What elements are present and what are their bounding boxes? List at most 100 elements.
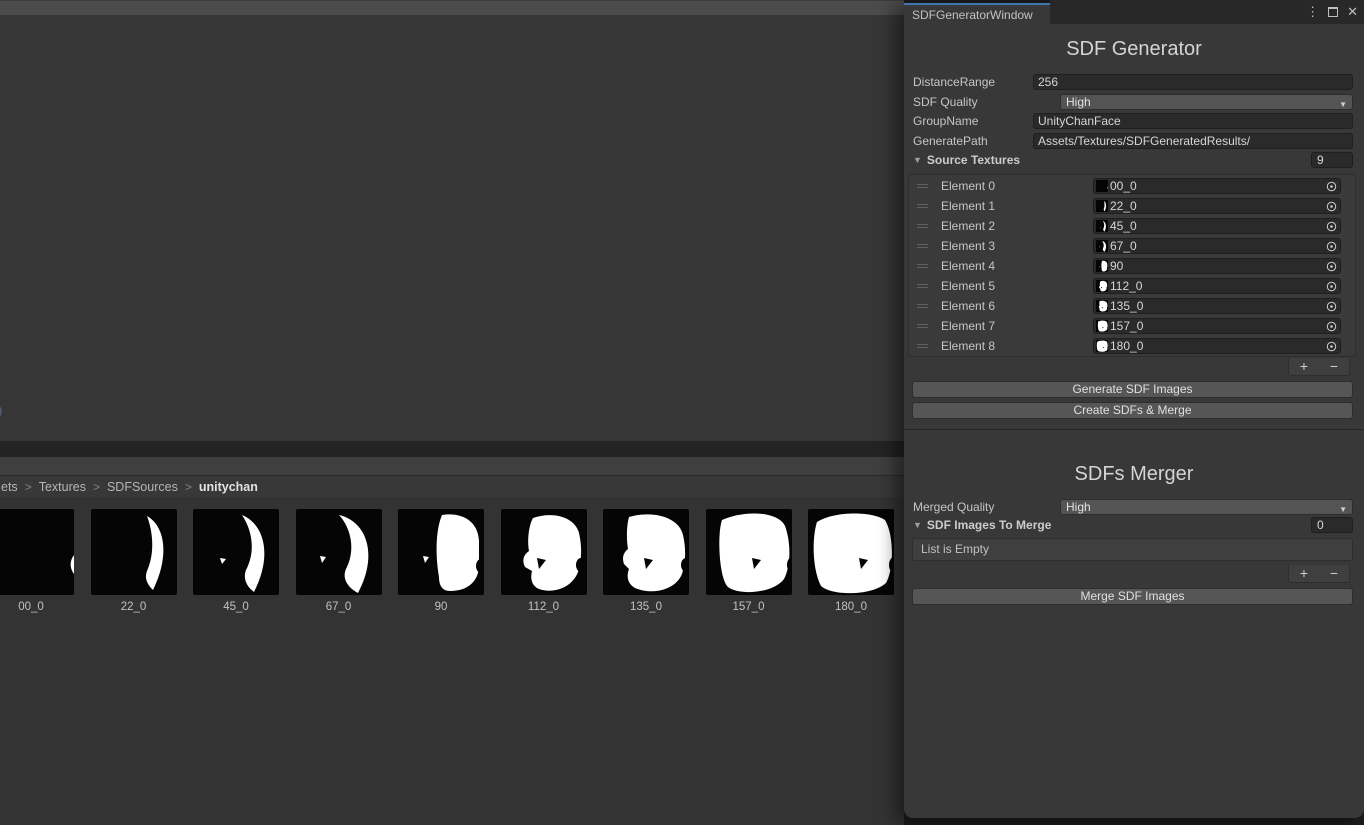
- create-sdfs-merge-button[interactable]: Create SDFs & Merge: [912, 402, 1353, 419]
- merged-quality-label: Merged Quality: [913, 499, 994, 515]
- asset-label: 157_0: [706, 601, 792, 613]
- texture-name: 135_0: [1110, 299, 1143, 313]
- object-picker-icon[interactable]: [1326, 341, 1337, 352]
- unity-editor: ) ets>Textures>SDFSources>unitychan 00_0…: [0, 0, 1364, 825]
- texture-object-field[interactable]: 112_0: [1093, 278, 1341, 294]
- generate-path-field[interactable]: Assets/Textures/SDFGeneratedResults/: [1033, 133, 1353, 149]
- asset-label: 112_0: [501, 601, 587, 613]
- drag-handle-icon[interactable]: [917, 184, 928, 188]
- element-label: Element 5: [941, 278, 995, 294]
- breadcrumb-item-ets[interactable]: ets: [1, 480, 18, 494]
- source-texture-row-4: Element 490: [908, 256, 1356, 276]
- source-texture-row-7: Element 7 157_0: [908, 316, 1356, 336]
- foldout-triangle-icon: ▼: [913, 152, 922, 168]
- texture-object-field[interactable]: 45_0: [1093, 218, 1341, 234]
- remove-merge-element-button[interactable]: −: [1319, 565, 1349, 582]
- drag-handle-icon[interactable]: [917, 244, 928, 248]
- asset-thumbnail-45_0[interactable]: 45_0: [193, 509, 279, 613]
- asset-label: 67_0: [296, 601, 382, 613]
- breadcrumb-item-SDFSources[interactable]: SDFSources: [107, 480, 178, 494]
- texture-object-field[interactable]: 22_0: [1093, 198, 1341, 214]
- drag-handle-icon[interactable]: [917, 304, 928, 308]
- object-picker-icon[interactable]: [1326, 241, 1337, 252]
- asset-thumbnail-135_0[interactable]: 135_0: [603, 509, 689, 613]
- source-texture-row-3: Element 367_0: [908, 236, 1356, 256]
- asset-thumbnail-22_0[interactable]: 22_0: [91, 509, 177, 613]
- source-texture-row-0: Element 0 00_0: [908, 176, 1356, 196]
- generate-path-label: GeneratePath: [913, 133, 988, 149]
- remove-element-button[interactable]: −: [1319, 358, 1349, 375]
- source-texture-row-6: Element 6135_0: [908, 296, 1356, 316]
- section-separator: [904, 429, 1364, 430]
- texture-object-field[interactable]: 180_0: [1093, 338, 1341, 354]
- object-picker-icon[interactable]: [1326, 261, 1337, 272]
- texture-object-field[interactable]: 157_0: [1093, 318, 1341, 334]
- maximize-icon[interactable]: [1328, 7, 1338, 17]
- texture-name: 90: [1110, 259, 1123, 273]
- object-picker-icon[interactable]: [1326, 201, 1337, 212]
- asset-label: 135_0: [603, 601, 689, 613]
- add-element-button[interactable]: +: [1289, 358, 1319, 375]
- group-name-label: GroupName: [913, 113, 978, 129]
- list-footer: + −: [1288, 358, 1350, 376]
- add-merge-element-button[interactable]: +: [1289, 565, 1319, 582]
- object-picker-icon[interactable]: [1326, 321, 1337, 332]
- asset-thumbnail-180_0[interactable]: 180_0: [808, 509, 894, 613]
- asset-thumbnail-90[interactable]: 90: [398, 509, 484, 613]
- merge-list-empty: List is Empty: [912, 538, 1353, 561]
- texture-object-field[interactable]: 00_0: [1093, 178, 1341, 194]
- texture-object-field[interactable]: 67_0: [1093, 238, 1341, 254]
- texture-name: 45_0: [1110, 219, 1137, 233]
- asset-thumbnail-157_0[interactable]: 157_0: [706, 509, 792, 613]
- source-texture-row-8: Element 8180_0: [908, 336, 1356, 356]
- generate-sdf-images-button[interactable]: Generate SDF Images: [912, 381, 1353, 398]
- breadcrumb-separator: >: [185, 480, 192, 494]
- merged-quality-dropdown[interactable]: High ▼: [1060, 499, 1353, 515]
- object-picker-icon[interactable]: [1326, 181, 1337, 192]
- asset-thumbnail-67_0[interactable]: 67_0: [296, 509, 382, 613]
- object-picker-icon[interactable]: [1326, 301, 1337, 312]
- texture-object-field[interactable]: 90: [1093, 258, 1341, 274]
- merge-sdf-images-button[interactable]: Merge SDF Images: [912, 588, 1353, 605]
- source-texture-row-2: Element 245_0: [908, 216, 1356, 236]
- element-label: Element 7: [941, 318, 995, 334]
- sdf-images-to-merge-foldout[interactable]: ▼SDF Images To Merge: [913, 517, 1051, 533]
- source-textures-size-field[interactable]: 9: [1311, 152, 1353, 168]
- asset-thumbnail-112_0[interactable]: 112_0: [501, 509, 587, 613]
- window-menu-icon[interactable]: ⋮: [1306, 4, 1319, 20]
- console-text-fragment: ): [0, 403, 2, 418]
- element-label: Element 0: [941, 178, 995, 194]
- tab-sdfgeneratorwindow[interactable]: SDFGeneratorWindow: [904, 5, 1050, 24]
- drag-handle-icon[interactable]: [917, 324, 928, 328]
- texture-name: 180_0: [1110, 339, 1143, 353]
- close-icon[interactable]: ✕: [1347, 4, 1358, 20]
- drag-handle-icon[interactable]: [917, 264, 928, 268]
- drag-handle-icon[interactable]: [917, 344, 928, 348]
- breadcrumb-item-Textures[interactable]: Textures: [39, 480, 86, 494]
- merge-list-footer: + −: [1288, 565, 1350, 583]
- merge-list-size-field[interactable]: 0: [1311, 517, 1353, 533]
- tab-title: SDFGeneratorWindow: [912, 8, 1033, 22]
- asset-label: 90: [398, 601, 484, 613]
- element-label: Element 1: [941, 198, 995, 214]
- source-textures-foldout[interactable]: ▼Source Textures: [913, 152, 1020, 168]
- texture-object-field[interactable]: 135_0: [1093, 298, 1341, 314]
- texture-name: 00_0: [1110, 179, 1137, 193]
- asset-thumbnail-00_0[interactable]: 00_0: [0, 509, 74, 613]
- sdf-generator-window: SDFGeneratorWindow ⋮ ✕ SDF Generator Dis…: [904, 0, 1364, 818]
- breadcrumb-separator: >: [93, 480, 100, 494]
- source-texture-row-5: Element 5 112_0: [908, 276, 1356, 296]
- object-picker-icon[interactable]: [1326, 281, 1337, 292]
- drag-handle-icon[interactable]: [917, 204, 928, 208]
- source-texture-row-1: Element 1 22_0: [908, 196, 1356, 216]
- sdf-quality-dropdown[interactable]: High ▼: [1060, 94, 1353, 110]
- object-picker-icon[interactable]: [1326, 221, 1337, 232]
- drag-handle-icon[interactable]: [917, 284, 928, 288]
- group-name-field[interactable]: UnityChanFace: [1033, 113, 1353, 129]
- chevron-down-icon: ▼: [1339, 98, 1347, 112]
- distance-range-field[interactable]: 256: [1033, 74, 1353, 90]
- sdf-quality-label: SDF Quality: [913, 94, 978, 110]
- drag-handle-icon[interactable]: [917, 224, 928, 228]
- breadcrumb-item-unitychan[interactable]: unitychan: [199, 480, 258, 494]
- chevron-down-icon: ▼: [1339, 503, 1347, 517]
